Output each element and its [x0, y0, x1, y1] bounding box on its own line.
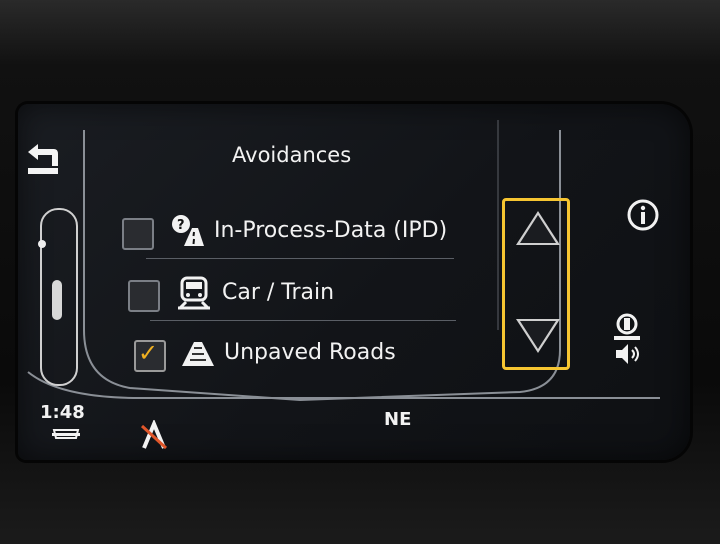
road-question-icon: ?	[172, 215, 204, 246]
scroll-buttons-group	[502, 198, 570, 370]
avoidance-row-ipd[interactable]: ? In-Process-Data (IPD)	[118, 212, 478, 258]
ipd-checkbox[interactable]	[122, 218, 154, 250]
scroll-up-button[interactable]	[516, 211, 560, 245]
row-divider	[146, 258, 454, 259]
train-icon	[178, 276, 210, 310]
voice-guidance-button[interactable]	[610, 312, 644, 368]
scrollbar-thumb[interactable]	[52, 280, 62, 320]
harley-logo-icon	[52, 429, 80, 439]
scroll-down-button[interactable]	[516, 319, 560, 353]
page-title: Avoidances	[232, 143, 352, 167]
avoidance-row-unpaved[interactable]: ✓ Unpaved Roads	[118, 334, 478, 380]
unpaved-label: Unpaved Roads	[224, 340, 396, 365]
row-divider	[150, 320, 456, 321]
checkmark-icon: ✓	[138, 339, 159, 367]
back-arrow-icon	[28, 144, 58, 174]
compass-heading: NE	[384, 409, 412, 430]
car-train-checkbox[interactable]	[128, 280, 160, 312]
scrollbar-indicator-dot	[38, 240, 46, 248]
navigation-destination-icon[interactable]	[140, 420, 168, 450]
ipd-label: In-Process-Data (IPD)	[214, 218, 448, 243]
back-button[interactable]	[22, 142, 62, 178]
unpaved-road-icon	[182, 342, 214, 366]
unpaved-checkbox[interactable]: ✓	[134, 339, 166, 372]
info-button[interactable]	[626, 198, 660, 232]
svg-text:?: ?	[177, 218, 185, 233]
panel-outline	[27, 120, 660, 402]
car-train-label: Car / Train	[222, 280, 335, 305]
avoidance-row-car-train[interactable]: Car / Train	[118, 274, 478, 320]
clock-time: 1:48	[40, 402, 85, 423]
